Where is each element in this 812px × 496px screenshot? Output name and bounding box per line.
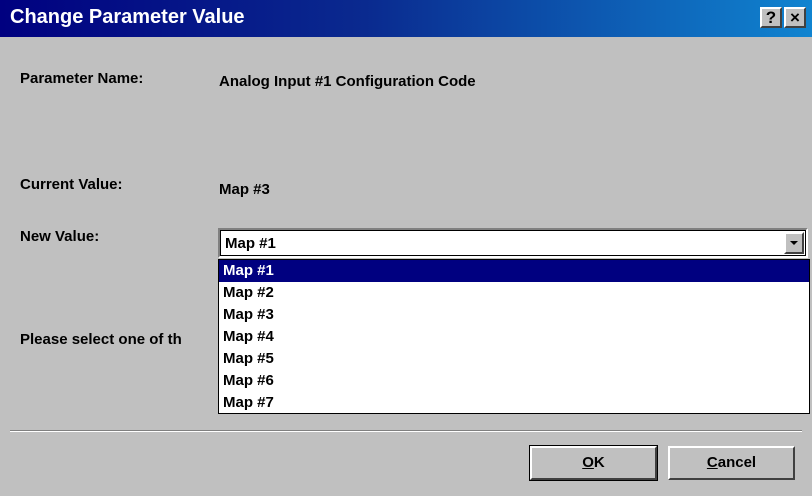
dropdown-option[interactable]: Map #1 [219, 260, 809, 282]
title-bar[interactable]: Change Parameter Value ? × [0, 0, 812, 37]
help-button[interactable]: ? [760, 7, 782, 28]
parameter-name-value: Analog Input #1 Configuration Code [219, 73, 476, 90]
current-value-label: Current Value: [20, 176, 123, 193]
parameter-name-label: Parameter Name: [20, 70, 144, 87]
current-value: Map #3 [219, 181, 270, 198]
combobox-selected-value: Map #1 [225, 235, 276, 252]
dropdown-option[interactable]: Map #6 [219, 370, 809, 392]
dropdown-option[interactable]: Map #5 [219, 348, 809, 370]
selection-prompt: Please select one of th [20, 331, 182, 348]
dropdown-option[interactable]: Map #2 [219, 282, 809, 304]
help-icon: ? [765, 8, 777, 27]
dropdown-option[interactable]: Map #4 [219, 326, 809, 348]
change-parameter-dialog: Change Parameter Value ? × Parameter Nam… [0, 0, 812, 496]
cancel-button[interactable]: Cancel [668, 446, 795, 480]
dropdown-arrow-button[interactable] [784, 232, 804, 254]
close-button[interactable]: × [784, 7, 806, 28]
dropdown-option[interactable]: Map #7 [219, 392, 809, 414]
ok-button[interactable]: OK [529, 445, 658, 481]
new-value-label: New Value: [20, 228, 100, 245]
close-icon: × [790, 8, 800, 27]
ok-label-rest: K [593, 454, 605, 471]
ok-accelerator: O [582, 454, 594, 471]
separator [10, 430, 802, 432]
dialog-title: Change Parameter Value [10, 6, 245, 28]
cancel-accelerator: C [706, 454, 718, 471]
new-value-combobox[interactable]: Map #1 [218, 228, 808, 258]
dropdown-option[interactable]: Map #3 [219, 304, 809, 326]
cancel-label-rest: ancel [717, 454, 757, 471]
new-value-dropdown-list[interactable]: Map #1 Map #2 Map #3 Map #4 Map #5 Map #… [218, 259, 810, 414]
chevron-down-icon [790, 241, 798, 245]
